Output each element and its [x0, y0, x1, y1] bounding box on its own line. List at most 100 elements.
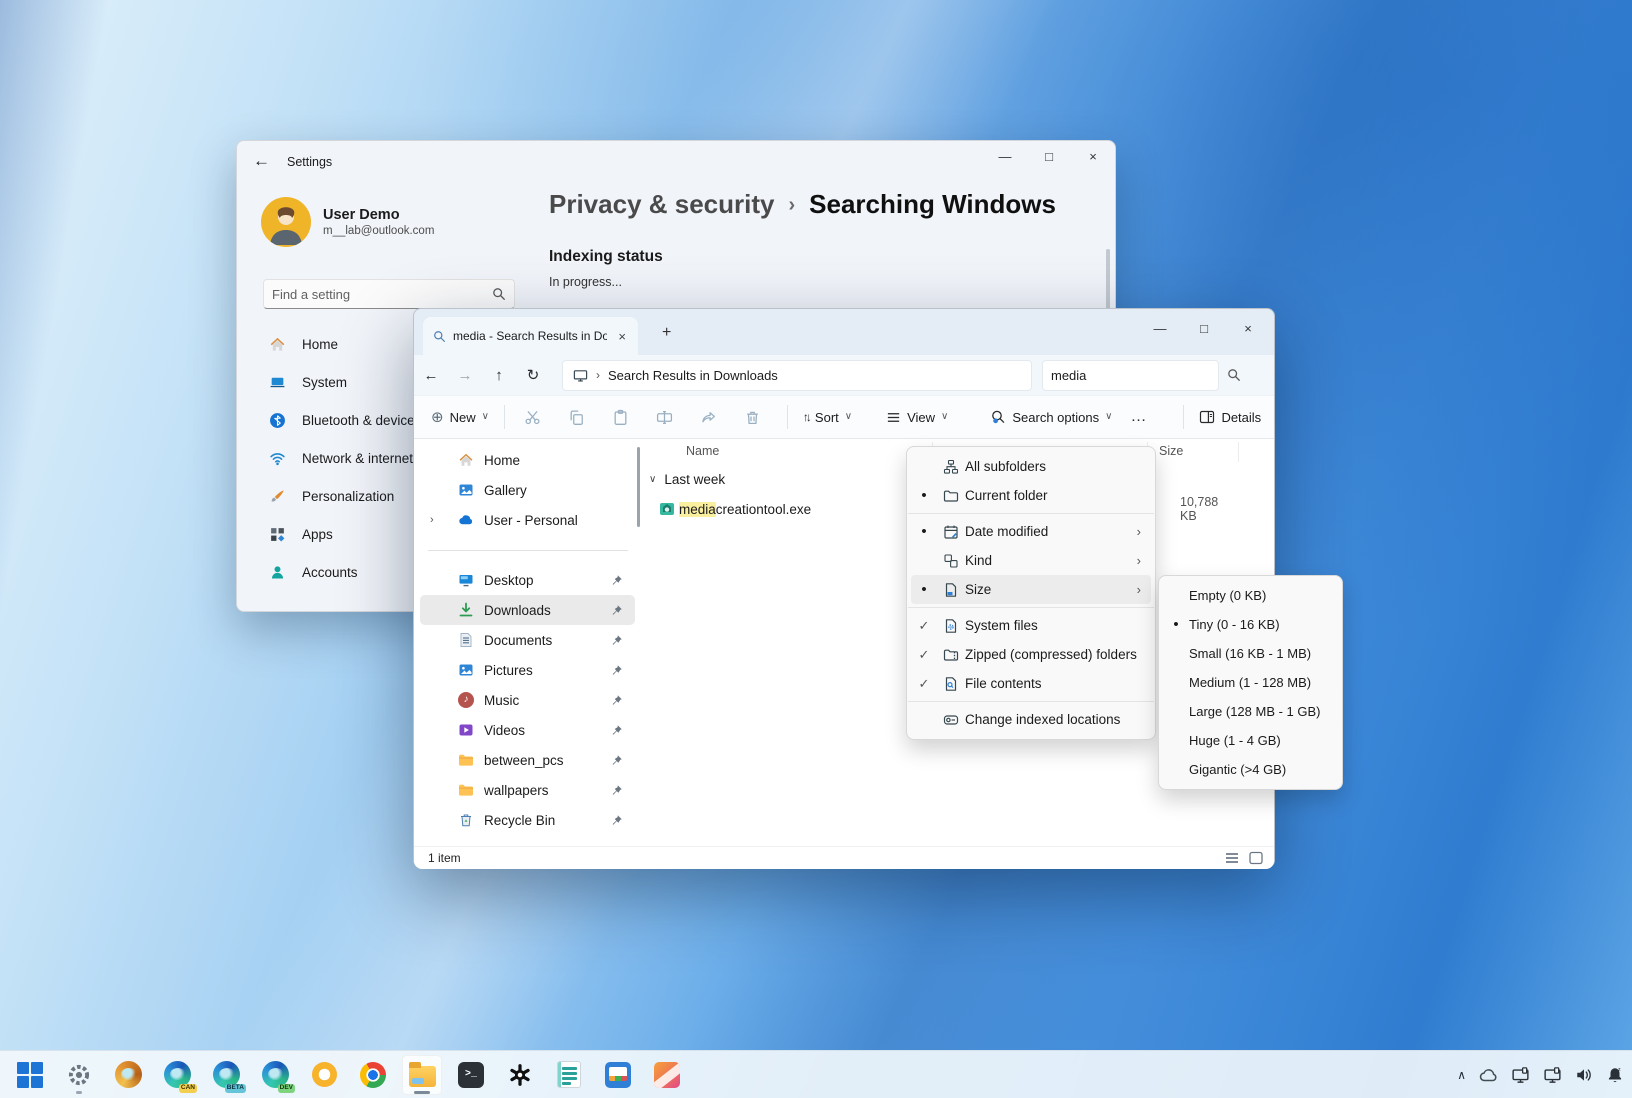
menu-item-date-modified[interactable]: • Date modified › [911, 517, 1151, 546]
taskbar-paint-app[interactable] [647, 1055, 687, 1095]
network-tray-icon[interactable] [1543, 1066, 1562, 1085]
menu-item-zipped-folders[interactable]: ✓ Zipped (compressed) folders [911, 640, 1151, 669]
taskbar-edge-beta[interactable]: BETA [206, 1055, 246, 1095]
sidebar-item-wallpapers[interactable]: wallpapers [420, 775, 635, 805]
view-button[interactable]: View ∨ [877, 400, 957, 434]
show-hidden-icons-chevron[interactable]: ∧ [1457, 1069, 1466, 1081]
search-icon[interactable] [1227, 368, 1241, 382]
nav-forward-button[interactable]: → [448, 368, 482, 383]
address-bar[interactable]: › Search Results in Downloads [562, 360, 1032, 391]
menu-item-system-files[interactable]: ✓ System files [911, 611, 1151, 640]
tab-close-icon[interactable]: × [614, 330, 630, 343]
details-button[interactable]: Details [1190, 400, 1270, 434]
explorer-tab[interactable]: media - Search Results in Dow × [423, 317, 638, 355]
close-button[interactable]: × [1071, 141, 1115, 175]
menu-item-size[interactable]: • Size › [911, 575, 1151, 604]
sort-button[interactable]: ↑↓ Sort ∨ [794, 400, 861, 434]
rename-button[interactable] [643, 409, 687, 426]
sidebar-item-onedrive[interactable]: › User - Personal [420, 505, 635, 535]
share-button[interactable] [687, 409, 731, 426]
taskbar-settings[interactable] [59, 1055, 99, 1095]
menu-item-change-indexed-locations[interactable]: Change indexed locations [911, 705, 1151, 734]
settings-titlebar[interactable]: ← Settings — □ × [237, 141, 1115, 185]
taskbar-notes-app[interactable] [549, 1055, 589, 1095]
back-icon[interactable]: ← [253, 152, 270, 169]
cut-button[interactable] [511, 409, 555, 426]
explorer-tabbar[interactable]: media - Search Results in Dow × + — □ × [414, 309, 1274, 355]
sidebar-item-videos[interactable]: Videos [420, 715, 635, 745]
expand-chevron-icon[interactable]: › [430, 515, 434, 526]
menu-item-all-subfolders[interactable]: All subfolders [911, 452, 1151, 481]
notification-bell-icon[interactable] [1606, 1066, 1624, 1084]
submenu-item-small[interactable]: Small (16 KB - 1 MB) [1163, 639, 1338, 668]
chevron-down-icon[interactable]: ∨ [649, 475, 656, 485]
sidebar-item-pictures[interactable]: Pictures [420, 655, 635, 685]
new-button[interactable]: ⊕ New ∨ [422, 400, 498, 434]
details-view-toggle-icon[interactable] [1224, 850, 1240, 866]
sidebar-item-gallery[interactable]: Gallery [420, 475, 635, 505]
settings-search-input[interactable] [272, 287, 492, 302]
submenu-item-empty[interactable]: Empty (0 KB) [1163, 581, 1338, 610]
submenu-item-medium[interactable]: Medium (1 - 128 MB) [1163, 668, 1338, 697]
new-tab-button[interactable]: + [662, 325, 671, 341]
menu-item-current-folder[interactable]: • Current folder [911, 481, 1151, 510]
submenu-item-gigantic[interactable]: Gigantic (>4 GB) [1163, 755, 1338, 784]
start-button[interactable] [10, 1055, 50, 1095]
pin-icon [610, 754, 623, 767]
sidebar-item-documents[interactable]: Documents [420, 625, 635, 655]
file-row[interactable]: mediacreationtool.exe 10,788 KB [641, 497, 811, 521]
minimize-button[interactable]: — [983, 141, 1027, 175]
volume-icon[interactable] [1575, 1066, 1593, 1084]
taskbar-edge[interactable] [108, 1055, 148, 1095]
taskbar-media-app[interactable] [598, 1055, 638, 1095]
taskbar-edge-canary[interactable]: CAN [157, 1055, 197, 1095]
taskbar-chatgpt[interactable] [500, 1055, 540, 1095]
submenu-item-label: Empty (0 KB) [1189, 588, 1266, 603]
more-options-button[interactable]: … [1121, 400, 1155, 434]
close-button[interactable]: × [1226, 313, 1270, 345]
sidebar-item-music[interactable]: ♪ Music [420, 685, 635, 715]
menu-item-kind[interactable]: Kind › [911, 546, 1151, 575]
sidebar-scrollbar[interactable] [637, 447, 640, 527]
submenu-item-huge[interactable]: Huge (1 - 4 GB) [1163, 726, 1338, 755]
sidebar-item-desktop[interactable]: Desktop [420, 565, 635, 595]
submenu-item-large[interactable]: Large (128 MB - 1 GB) [1163, 697, 1338, 726]
thumbnail-view-toggle-icon[interactable] [1248, 850, 1264, 866]
sidebar-item-downloads[interactable]: Downloads [420, 595, 635, 625]
nav-refresh-button[interactable]: ↻ [516, 368, 550, 383]
group-header-last-week[interactable]: ∨ Last week [649, 472, 725, 487]
onedrive-tray-icon[interactable] [1479, 1066, 1498, 1085]
sidebar-item-home[interactable]: Home [420, 445, 635, 475]
taskbar-edge-dev[interactable]: DEV [255, 1055, 295, 1095]
taskbar-chrome[interactable] [353, 1055, 393, 1095]
column-header-size[interactable]: Size [1159, 444, 1183, 458]
minimize-button[interactable]: — [1138, 313, 1182, 345]
chevron-right-icon[interactable]: › [596, 369, 600, 381]
explorer-search-box[interactable] [1042, 360, 1219, 391]
taskbar-terminal[interactable]: >_ [451, 1055, 491, 1095]
breadcrumb-parent[interactable]: Privacy & security [549, 189, 774, 220]
column-header-name[interactable]: Name [686, 444, 719, 458]
taskbar-file-explorer[interactable] [402, 1055, 442, 1095]
nav-back-button[interactable]: ← [414, 368, 448, 383]
paste-button[interactable] [599, 409, 643, 426]
user-name: User Demo [323, 207, 434, 223]
maximize-button[interactable]: □ [1182, 313, 1226, 345]
settings-search-box[interactable] [263, 279, 515, 309]
display-tray-icon[interactable] [1511, 1066, 1530, 1085]
copy-button[interactable] [555, 409, 599, 426]
sidebar-item-between-pcs[interactable]: between_pcs [420, 745, 635, 775]
account-card[interactable]: User Demo m__lab@outlook.com [261, 197, 434, 247]
submenu-item-tiny[interactable]: • Tiny (0 - 16 KB) [1163, 610, 1338, 639]
menu-item-file-contents[interactable]: ✓ File contents [911, 669, 1151, 698]
delete-button[interactable] [731, 409, 775, 426]
maximize-button[interactable]: □ [1027, 141, 1071, 175]
column-divider[interactable] [1238, 442, 1239, 462]
sidebar-item-recycle-bin[interactable]: Recycle Bin [420, 805, 635, 835]
nav-up-button[interactable]: ↑ [482, 368, 516, 383]
explorer-search-input[interactable] [1051, 368, 1227, 383]
taskbar-opera[interactable] [304, 1055, 344, 1095]
search-options-button[interactable]: Search options ∨ [981, 400, 1121, 434]
settings-scrollbar[interactable] [1106, 249, 1110, 311]
pin-icon [610, 784, 623, 797]
